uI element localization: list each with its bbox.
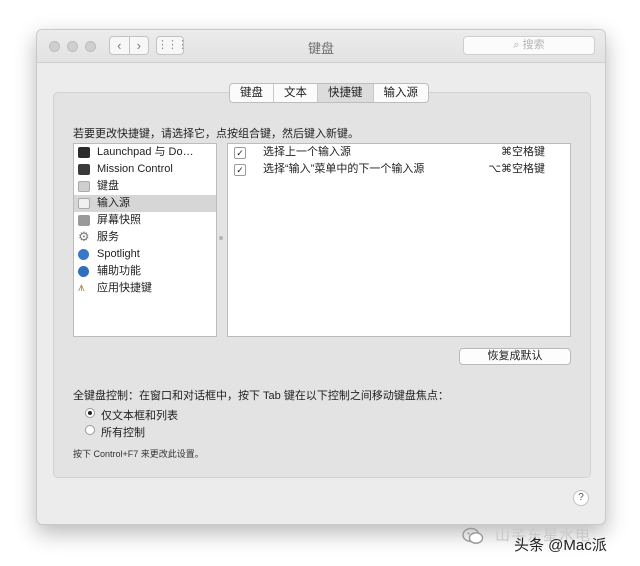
spotlight-icon <box>78 249 89 260</box>
mission-control-icon <box>78 164 90 175</box>
category-item[interactable]: ⩚ 应用快捷键 <box>74 280 216 297</box>
shortcut-label: 选择上一个输入源 <box>263 146 351 158</box>
tab-shortcuts[interactable]: 快捷键 <box>318 84 374 102</box>
radio-all-controls[interactable]: 所有控制 <box>85 424 145 440</box>
tab-text[interactable]: 文本 <box>274 84 318 102</box>
shortcut-key[interactable]: ⌥⌘空格键 <box>488 161 545 178</box>
keyboard-control-note: 按下 Control+F7 来更改此设置。 <box>73 449 204 459</box>
help-button[interactable]: ? <box>573 490 589 506</box>
tab-keyboard[interactable]: 键盘 <box>230 84 274 102</box>
search-icon: ⌕ <box>513 39 520 51</box>
instruction-text: 若要更改快捷键，请选择它，点按组合键，然后键入新键。 <box>73 128 359 140</box>
shortcut-checkbox[interactable]: ✓ <box>234 147 246 159</box>
accessibility-icon <box>78 266 89 277</box>
keyboard-icon <box>78 181 90 192</box>
shortcut-key[interactable]: ⌘空格键 <box>501 144 545 161</box>
restore-defaults-button[interactable]: 恢复成默认 <box>459 348 571 365</box>
services-gear-icon: ⚙ <box>78 229 90 244</box>
wechat-logo-icon <box>462 527 484 544</box>
screenshot-icon <box>78 215 90 226</box>
category-item[interactable]: Mission Control <box>74 161 216 178</box>
watermark-text: 头条 @Mac派 <box>514 537 607 554</box>
tab-bar: 键盘 文本 快捷键 输入源 <box>229 83 429 103</box>
category-item[interactable]: Spotlight <box>74 246 216 263</box>
category-item[interactable]: ⚙ 服务 <box>74 229 216 246</box>
category-item[interactable]: 键盘 <box>74 178 216 195</box>
radio-text-boxes-lists[interactable]: 仅文本框和列表 <box>85 407 178 423</box>
category-list[interactable]: Launchpad 与 Do… Mission Control 键盘 输入源 屏… <box>73 143 217 337</box>
launchpad-icon <box>78 147 90 158</box>
preferences-window: ‹ › ⋮⋮⋮ 键盘 ⌕ 搜索 键盘 文本 快捷键 输入源 若要更改快捷键，请选择… <box>36 29 606 525</box>
radio-selected-icon[interactable] <box>85 408 95 418</box>
category-item[interactable]: 辅助功能 <box>74 263 216 280</box>
shortcut-table: ✓ 选择上一个输入源 ⌘空格键 ✓ 选择“输入”菜单中的下一个输入源 ⌥⌘空格键 <box>227 143 571 337</box>
radio-unselected-icon[interactable] <box>85 425 95 435</box>
search-placeholder: 搜索 <box>522 39 545 51</box>
split-view-handle[interactable] <box>219 236 223 240</box>
shortcut-row[interactable]: ✓ 选择上一个输入源 ⌘空格键 <box>228 144 570 161</box>
category-item[interactable]: Launchpad 与 Do… <box>74 144 216 161</box>
title-bar: ‹ › ⋮⋮⋮ 键盘 ⌕ 搜索 <box>37 30 605 63</box>
category-item[interactable]: 屏幕快照 <box>74 212 216 229</box>
tab-input-sources[interactable]: 输入源 <box>374 84 429 102</box>
app-shortcuts-icon: ⩚ <box>78 280 85 294</box>
shortcut-checkbox[interactable]: ✓ <box>234 164 246 176</box>
shortcut-label: 选择“输入”菜单中的下一个输入源 <box>263 163 425 175</box>
search-field[interactable]: ⌕ 搜索 <box>463 36 595 55</box>
keyboard-control-label: 全键盘控制：在窗口和对话框中，按下 Tab 键在以下控制之间移动键盘焦点： <box>73 390 449 402</box>
shortcut-row[interactable]: ✓ 选择“输入”菜单中的下一个输入源 ⌥⌘空格键 <box>228 161 570 178</box>
category-item-selected[interactable]: 输入源 <box>74 195 216 212</box>
input-source-icon <box>78 198 90 209</box>
